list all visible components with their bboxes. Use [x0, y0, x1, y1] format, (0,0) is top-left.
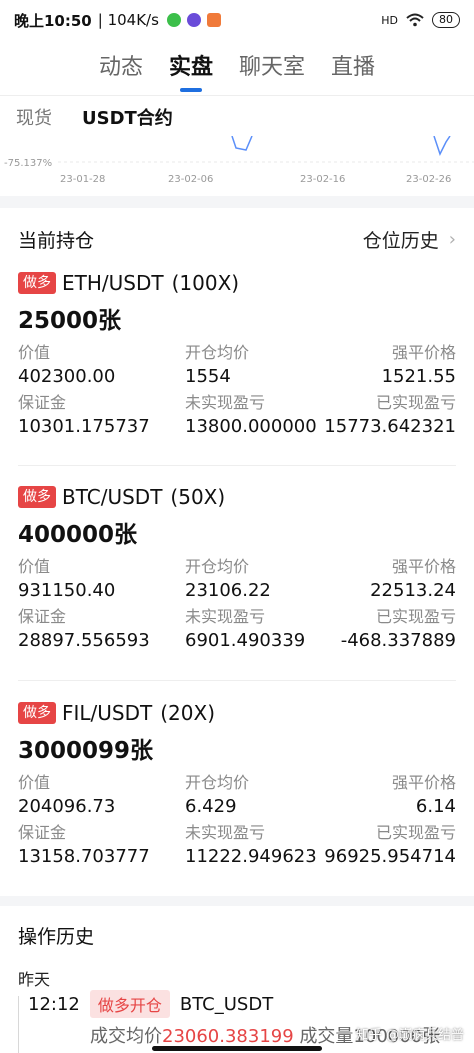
app-notification-icon-2 [206, 13, 221, 27]
position-card[interactable]: 做多 BTC/USDT (50X) 400000张 价值 开仓均价 强平价格 9… [0, 482, 474, 656]
divider [18, 680, 456, 681]
position-symbol: BTC/USDT [62, 485, 163, 509]
tab-livestream[interactable]: 直播 [331, 48, 375, 94]
value-label: 价值 [18, 343, 51, 362]
history-time: 12:12 [28, 993, 80, 1015]
position-history-label: 仓位历史 [362, 229, 439, 252]
position-leverage: (50X) [170, 485, 226, 509]
value-amount: 931150.40 [18, 580, 116, 601]
position-quantity: 3000099张 [18, 738, 154, 764]
position-symbol: FIL/USDT [62, 701, 153, 725]
signal-icon: HD [381, 13, 398, 27]
entry-price-value: 1554 [185, 366, 231, 387]
status-right: HD 80 [381, 12, 460, 28]
position-card[interactable]: 做多 FIL/USDT (20X) 3000099张 价值 开仓均价 强平价格 … [0, 698, 474, 872]
watermark: 知乎 @巅痫兵结普 [355, 1028, 464, 1043]
app-notification-icon [186, 13, 201, 27]
status-bar: 晚上10:50 | 104K/s HD 80 [0, 0, 474, 40]
margin-label: 保证金 [18, 393, 67, 412]
realized-pnl-value: 15773.642321 [324, 416, 456, 437]
value-amount: 204096.73 [18, 796, 116, 817]
entry-price-label: 开仓均价 [185, 343, 250, 362]
unrealized-pnl-value: 11222.949623 [185, 846, 317, 867]
history-detail-price: 23060.383199 [162, 1026, 294, 1047]
value-label: 价值 [18, 557, 51, 576]
wifi-icon [406, 13, 424, 27]
sub-tab-bar: 现货 USDT合约 [0, 98, 474, 136]
entry-price-label: 开仓均价 [185, 773, 250, 792]
entry-price-value: 6.429 [185, 796, 237, 817]
chart-x-tick: 23-01-28 [60, 174, 105, 185]
entry-price-value: 23106.22 [185, 580, 271, 601]
side-badge: 做多 [18, 272, 56, 294]
positions-title: 当前持仓 [18, 229, 95, 252]
timeline-line [18, 996, 19, 1053]
unrealized-pnl-label: 未实现盈亏 [185, 607, 266, 626]
chart-y-tick: -75.137% [4, 158, 52, 169]
tab-live-trading[interactable]: 实盘 [169, 48, 213, 94]
pnl-chart: -75.137% 23-01-28 23-02-06 23-02-16 23-0… [4, 136, 474, 185]
entry-price-label: 开仓均价 [185, 557, 250, 576]
history-day-label: 昨天 [18, 970, 51, 989]
margin-label: 保证金 [18, 823, 67, 842]
unrealized-pnl-label: 未实现盈亏 [185, 823, 266, 842]
divider [0, 95, 474, 96]
wechat-icon [166, 13, 181, 27]
network-speed: | 104K/s [97, 11, 159, 29]
liq-price-label: 强平价格 [391, 773, 456, 792]
history-detail-prefix: 成交均价 [90, 1026, 162, 1047]
position-leverage: (20X) [160, 701, 215, 725]
tab-usdt-futures[interactable]: USDT合约 [82, 104, 173, 130]
value-label: 价值 [18, 773, 51, 792]
operation-history-title: 操作历史 [18, 926, 95, 948]
position-symbol: ETH/USDT [62, 271, 164, 295]
liq-price-label: 强平价格 [391, 557, 456, 576]
margin-value: 13158.703777 [18, 846, 150, 867]
tab-chatroom[interactable]: 聊天室 [239, 48, 305, 94]
side-badge: 做多 [18, 486, 56, 508]
home-indicator[interactable] [152, 1046, 322, 1051]
history-symbol: BTC_USDT [179, 993, 274, 1015]
chart-series-line [231, 136, 253, 151]
unrealized-pnl-label: 未实现盈亏 [185, 393, 266, 412]
chevron-right-icon: › [448, 228, 456, 250]
margin-label: 保证金 [18, 607, 67, 626]
side-badge: 做多 [18, 702, 56, 724]
battery-icon: 80 [432, 12, 460, 28]
tab-dynamics[interactable]: 动态 [99, 48, 143, 94]
liq-price-value: 22513.24 [370, 580, 456, 601]
margin-value: 10301.175737 [18, 416, 150, 437]
chart-series-line-2 [433, 136, 451, 156]
history-action-badge: 做多开仓 [89, 990, 170, 1018]
realized-pnl-label: 已实现盈亏 [375, 393, 456, 412]
unrealized-pnl-value: 6901.490339 [185, 630, 306, 651]
position-leverage: (100X) [171, 271, 240, 295]
position-quantity: 400000张 [18, 522, 138, 548]
chart-x-tick: 23-02-06 [168, 174, 213, 185]
unrealized-pnl-value: 13800.000000 [185, 416, 317, 437]
realized-pnl-value: 96925.954714 [324, 846, 456, 867]
divider [18, 465, 456, 466]
margin-value: 28897.556593 [18, 630, 150, 651]
position-history-link[interactable]: 仓位历史 › [363, 226, 456, 253]
top-tab-bar: 动态 实盘 聊天室 直播 [0, 48, 474, 94]
liq-price-value: 6.14 [415, 796, 456, 817]
value-amount: 402300.00 [18, 366, 116, 387]
liq-price-label: 强平价格 [391, 343, 456, 362]
position-card[interactable]: 做多 ETH/USDT (100X) 25000张 价值 开仓均价 强平价格 4… [0, 268, 474, 442]
tab-spot[interactable]: 现货 [16, 104, 52, 130]
section-gap [0, 196, 474, 208]
history-entry[interactable]: 12:12 做多开仓 BTC_USDT [28, 990, 273, 1018]
realized-pnl-label: 已实现盈亏 [375, 823, 456, 842]
chart-x-tick: 23-02-26 [406, 174, 451, 185]
status-time: 晚上10:50 [14, 11, 92, 30]
realized-pnl-value: -468.337889 [340, 630, 456, 651]
realized-pnl-label: 已实现盈亏 [375, 607, 456, 626]
positions-header: 当前持仓 仓位历史 › [0, 216, 474, 262]
liq-price-value: 1521.55 [381, 366, 456, 387]
notification-icons [166, 13, 221, 27]
position-quantity: 25000张 [18, 308, 122, 334]
section-gap [0, 896, 474, 906]
chart-x-tick: 23-02-16 [300, 174, 345, 185]
